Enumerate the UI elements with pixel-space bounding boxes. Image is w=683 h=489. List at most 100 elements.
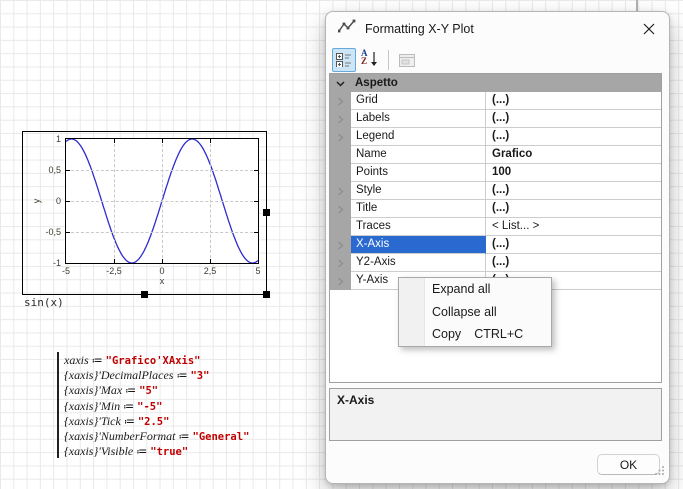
y-axis-title: y	[31, 199, 41, 204]
assign-operator: ≔	[136, 446, 147, 458]
x-tick-label: 2,5	[204, 266, 217, 276]
expand-chevron-icon[interactable]	[330, 200, 351, 218]
script-string-value: "General"	[193, 431, 250, 443]
script-line[interactable]: {xaxis}'Visible≔"true"	[64, 443, 249, 458]
expand-chevron-icon[interactable]	[330, 272, 351, 290]
y-tick-label: -1	[53, 258, 61, 268]
menu-item-expand-all[interactable]: Expand all	[399, 278, 551, 301]
context-menu: Expand all Collapse all CopyCTRL+C	[398, 277, 552, 347]
property-row-name[interactable]: NameGrafico	[330, 146, 661, 164]
script-line[interactable]: xaxis≔"Grafico'XAxis"	[64, 352, 249, 367]
expand-chevron-icon[interactable]	[330, 254, 351, 272]
script-lhs: {xaxis}'Max	[64, 383, 122, 397]
property-rows: Grid(...)Labels(...)Legend(...)NameGrafi…	[330, 92, 661, 290]
context-menu-items: Expand all Collapse all CopyCTRL+C	[399, 278, 551, 346]
property-name: Name	[351, 146, 486, 164]
menu-item-label: Expand all	[432, 282, 490, 296]
script-line[interactable]: {xaxis}'Tick≔"2.5"	[64, 413, 249, 428]
assign-operator: ≔	[125, 385, 136, 397]
x-tick-label: -5	[62, 266, 70, 276]
property-row-legend[interactable]: Legend(...)	[330, 128, 661, 146]
property-row-labels[interactable]: Labels(...)	[330, 110, 661, 128]
property-value[interactable]: 100	[486, 164, 661, 182]
formatting-dialog: Formatting X-Y Plot	[325, 11, 670, 484]
alphabetical-sort-button[interactable]: AZ	[358, 48, 382, 72]
script-line[interactable]: {xaxis}'DecimalPlaces≔"3"	[64, 367, 249, 382]
script-lhs: {xaxis}'DecimalPlaces	[64, 368, 173, 382]
script-lhs: {xaxis}'Tick	[64, 414, 121, 428]
worksheet: x y -5-2,502,5510,50-0,5-1 sin(x) xaxis≔…	[0, 0, 683, 489]
property-value[interactable]: (...)	[486, 254, 661, 272]
property-value[interactable]: (...)	[486, 236, 661, 254]
description-panel: X-Axis	[329, 388, 662, 441]
xy-plot-icon	[338, 19, 356, 39]
property-pages-button	[395, 48, 419, 72]
x-axis-title: x	[160, 276, 165, 286]
expand-chevron-icon[interactable]	[330, 128, 351, 146]
property-value[interactable]: (...)	[486, 92, 661, 110]
property-row-grid[interactable]: Grid(...)	[330, 92, 661, 110]
axis-tick	[66, 170, 70, 171]
xy-plot-region[interactable]: x y -5-2,502,5510,50-0,5-1 sin(x)	[22, 131, 267, 295]
property-name: Title	[351, 200, 486, 218]
property-name: Legend	[351, 128, 486, 146]
menu-item-label: Collapse all	[432, 305, 497, 319]
property-value[interactable]: (...)	[486, 128, 661, 146]
menu-item-collapse-all[interactable]: Collapse all	[399, 301, 551, 324]
expand-chevron-icon[interactable]	[330, 110, 351, 128]
property-name: Y2-Axis	[351, 254, 486, 272]
description-title: X-Axis	[337, 393, 654, 407]
resize-handle-bottom[interactable]	[141, 291, 148, 298]
ok-button[interactable]: OK	[597, 454, 660, 475]
resize-handle-bottom-right[interactable]	[263, 291, 270, 298]
script-string-value: "3"	[190, 370, 209, 382]
property-name: Labels	[351, 110, 486, 128]
dialog-titlebar[interactable]: Formatting X-Y Plot	[326, 12, 669, 46]
script-block[interactable]: xaxis≔"Grafico'XAxis"{xaxis}'DecimalPlac…	[57, 352, 249, 458]
expand-chevron-icon[interactable]	[330, 92, 351, 110]
property-row-title[interactable]: Title(...)	[330, 200, 661, 218]
x-tick-label: 0	[159, 266, 164, 276]
axis-tick	[162, 139, 163, 143]
categorized-view-button[interactable]	[332, 48, 356, 72]
collapse-chevron-icon[interactable]	[330, 74, 351, 92]
resize-handle-right[interactable]	[263, 209, 270, 216]
property-name: Style	[351, 182, 486, 200]
axis-tick	[210, 259, 211, 263]
resize-grip-icon[interactable]	[655, 462, 665, 480]
assign-operator: ≔	[124, 416, 135, 428]
category-row[interactable]: Aspetto	[330, 74, 661, 92]
property-value[interactable]: (...)	[486, 110, 661, 128]
assign-operator: ≔	[179, 431, 190, 443]
plot-gridline	[210, 139, 211, 263]
script-lhs: xaxis	[64, 353, 89, 367]
property-value[interactable]: (...)	[486, 182, 661, 200]
script-string-value: "true"	[150, 446, 188, 458]
expand-chevron-icon[interactable]	[330, 182, 351, 200]
property-row-style[interactable]: Style(...)	[330, 182, 661, 200]
axis-tick	[114, 259, 115, 263]
axis-tick	[210, 139, 211, 143]
expand-chevron-icon[interactable]	[330, 236, 351, 254]
property-row-points[interactable]: Points100	[330, 164, 661, 182]
property-value[interactable]: Grafico	[486, 146, 661, 164]
property-value[interactable]: (...)	[486, 200, 661, 218]
property-row-traces[interactable]: Traces< List... >	[330, 218, 661, 236]
axis-tick	[114, 139, 115, 143]
axis-tick	[66, 232, 70, 233]
property-row-x-axis[interactable]: X-Axis(...)	[330, 236, 661, 254]
close-icon[interactable]	[641, 21, 657, 37]
plot-expression-label: sin(x)	[24, 296, 64, 309]
menu-item-copy[interactable]: CopyCTRL+C	[399, 323, 551, 346]
script-string-value: "5"	[139, 385, 158, 397]
script-line[interactable]: {xaxis}'NumberFormat≔"General"	[64, 428, 249, 443]
property-value[interactable]: < List... >	[486, 218, 661, 236]
script-line[interactable]: {xaxis}'Min≔"-5"	[64, 398, 249, 413]
expand-chevron-icon	[330, 218, 351, 236]
property-row-y2-axis[interactable]: Y2-Axis(...)	[330, 254, 661, 272]
property-pages-icon	[399, 54, 415, 67]
plot-gridline	[66, 201, 258, 202]
dialog-title: Formatting X-Y Plot	[365, 22, 632, 36]
assign-operator: ≔	[92, 355, 103, 367]
script-line[interactable]: {xaxis}'Max≔"5"	[64, 382, 249, 397]
